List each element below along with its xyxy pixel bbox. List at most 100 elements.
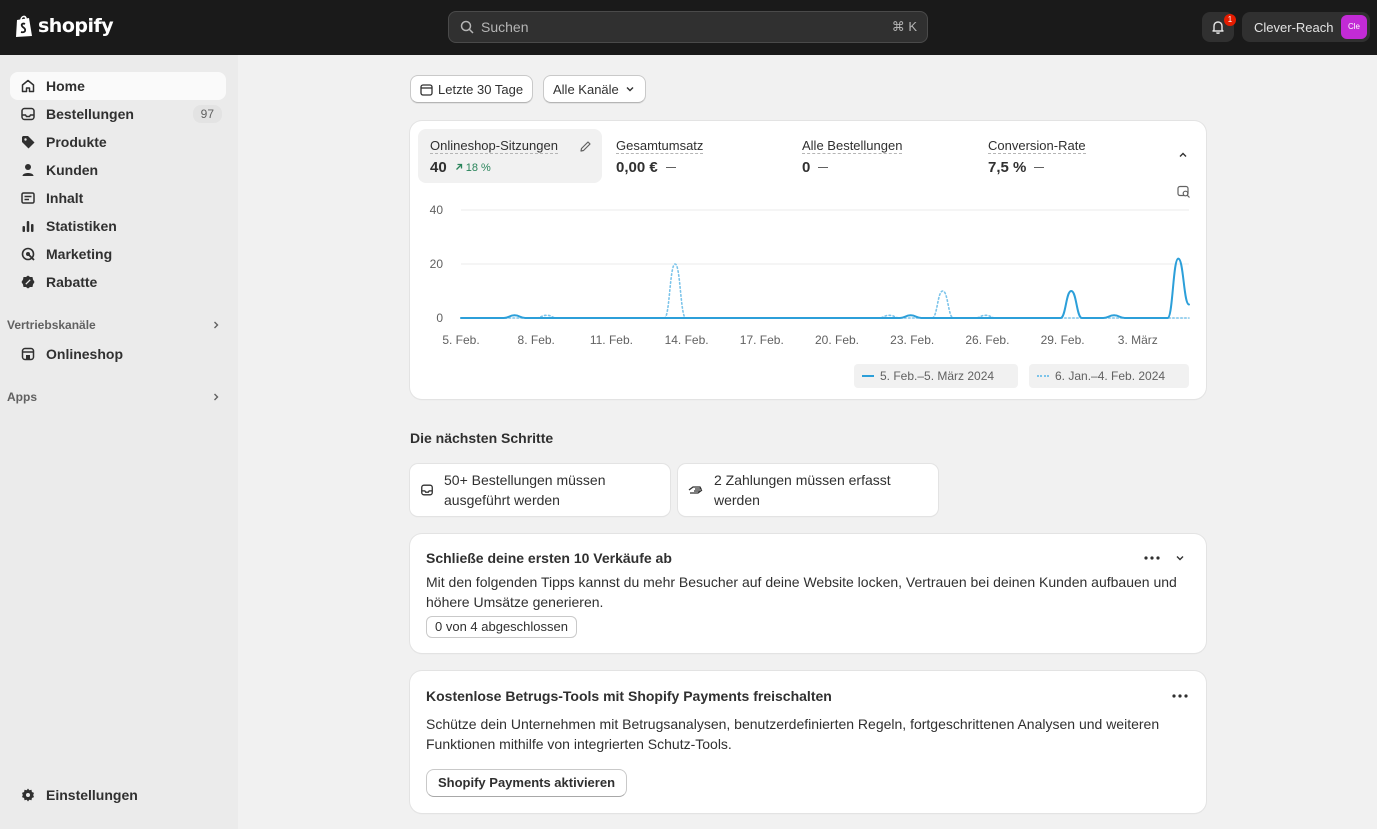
inbox-icon [20, 106, 36, 122]
sidebar-item-customers[interactable]: Kunden [10, 156, 226, 184]
sidebar-item-label: Home [46, 78, 85, 94]
legend-current-period[interactable]: 5. Feb.–5. März 2024 [854, 364, 1018, 388]
sidebar-item-label: Marketing [46, 246, 113, 262]
card-text: Mit den folgenden Tipps kannst du mehr B… [426, 574, 1177, 610]
card-text: Schütze dein Unternehmen mit Betrugsanal… [426, 716, 1160, 752]
legend-label: 6. Jan.–4. Feb. 2024 [1055, 369, 1166, 383]
collapse-button[interactable] [1173, 145, 1193, 165]
chevron-down-icon [626, 87, 634, 92]
chevron-up-icon [1179, 152, 1187, 157]
no-change-dash [665, 167, 676, 168]
more-options-button[interactable] [1142, 548, 1162, 568]
step-label: 50+ Bestellungen müssen ausgeführt werde… [444, 472, 606, 508]
step-capture-payments[interactable]: 2 Zahlungen müssen erfasst werden [678, 464, 938, 516]
y-tick-label: 20 [430, 257, 444, 271]
step-label: 2 Zahlungen müssen erfasst werden [714, 472, 891, 508]
sidebar-item-orders[interactable]: Bestellungen 97 [10, 100, 226, 128]
store-name: Clever-Reach [1254, 19, 1334, 35]
search-input[interactable] [481, 19, 892, 35]
date-range-button[interactable]: Letzte 30 Tage [410, 75, 534, 103]
channels-filter-label: Alle Kanäle [553, 81, 619, 97]
target-icon [20, 246, 36, 262]
store-avatar: Cle [1341, 15, 1367, 39]
sidebar-item-marketing[interactable]: Marketing [10, 240, 226, 268]
metric-label: Gesamtumsatz [616, 138, 704, 154]
expand-button[interactable] [1170, 548, 1190, 568]
sidebar-item-analytics[interactable]: Statistiken [10, 212, 226, 240]
series-line-previous [460, 263, 1190, 319]
x-tick-label: 11. Feb. [590, 333, 633, 347]
image-icon [20, 190, 36, 206]
progress-pill: 0 von 4 abgeschlossen [426, 616, 577, 638]
x-tick-label: 23. Feb. [890, 333, 934, 347]
sidebar-item-online-store[interactable]: Onlineshop [10, 340, 226, 368]
metrics-card: Onlineshop-Sitzungen 40 18 % Gesamtumsat… [410, 121, 1206, 399]
more-options-button[interactable] [1170, 686, 1190, 706]
metric-sessions[interactable]: Onlineshop-Sitzungen 40 18 % [418, 129, 602, 183]
series-line-current [460, 257, 1190, 319]
activate-payments-button[interactable]: Shopify Payments aktivieren [426, 769, 628, 797]
fraud-tools-card: Kostenlose Betrugs-Tools mit Shopify Pay… [410, 671, 1206, 813]
x-tick-label: 8. Feb. [518, 333, 555, 347]
more-horizontal-icon [1172, 694, 1188, 698]
sidebar-item-products[interactable]: Produkte [10, 128, 226, 156]
notification-badge: 1 [1224, 14, 1236, 26]
chevron-right-icon [214, 393, 219, 401]
chevron-down-icon [1176, 556, 1184, 561]
metric-conversion[interactable]: Conversion-Rate 7,5 % [976, 129, 1160, 183]
sidebar-item-label: Kunden [46, 162, 99, 178]
tag-icon [20, 134, 36, 150]
search-bar[interactable]: ⌘ K [448, 11, 928, 43]
sidebar-item-label: Statistiken [46, 218, 117, 234]
legend-label: 5. Feb.–5. März 2024 [880, 369, 995, 383]
home-icon [20, 78, 36, 94]
metric-value: 40 [430, 159, 447, 176]
x-tick-label: 14. Feb. [665, 333, 709, 347]
x-tick-label: 17. Feb. [740, 333, 784, 347]
sidebar-item-label: Einstellungen [46, 787, 138, 803]
search-icon [460, 20, 474, 34]
metric-value: 7,5 % [988, 159, 1027, 176]
inbox-icon [421, 484, 433, 496]
metric-orders[interactable]: Alle Bestellungen 0 [790, 129, 974, 183]
shopify-bag-icon [16, 15, 32, 37]
sidebar: Home Bestellungen 97 Produkte Kunden Inh… [0, 55, 238, 829]
metric-label: Conversion-Rate [988, 138, 1086, 154]
metric-label: Alle Bestellungen [802, 138, 903, 154]
legend-previous-period[interactable]: 6. Jan.–4. Feb. 2024 [1029, 364, 1189, 388]
metric-total-sales[interactable]: Gesamtumsatz 0,00 € [604, 129, 788, 183]
apps-header[interactable]: Apps [7, 390, 221, 404]
sales-channels-label: Vertriebskanäle [7, 318, 96, 332]
sidebar-item-settings[interactable]: Einstellungen [10, 781, 226, 809]
metric-change: 18 % [455, 162, 491, 174]
sidebar-item-content[interactable]: Inhalt [10, 184, 226, 212]
next-steps-title: Die nächsten Schritte [410, 430, 554, 446]
sidebar-item-label: Bestellungen [46, 106, 134, 122]
discount-icon [20, 274, 36, 290]
sidebar-item-discounts[interactable]: Rabatte [10, 268, 226, 296]
x-tick-label: 3. März [1118, 333, 1158, 347]
orders-count-badge: 97 [192, 105, 222, 123]
store-menu-button[interactable]: Clever-Reach Cle [1242, 12, 1370, 42]
chevron-right-icon [214, 321, 219, 329]
channels-filter-button[interactable]: Alle Kanäle [543, 75, 646, 103]
shopify-logo[interactable]: shopify [14, 14, 114, 38]
x-tick-label: 20. Feb. [815, 333, 859, 347]
notifications-button[interactable]: 1 [1202, 12, 1236, 42]
y-tick-label: 0 [436, 311, 443, 325]
metric-value: 0 [802, 159, 811, 176]
top-bar: shopify ⌘ K 1 Clever-Reach Cle [0, 0, 1377, 55]
store-icon [20, 346, 36, 362]
metric-label: Onlineshop-Sitzungen [430, 138, 558, 154]
sidebar-item-label: Onlineshop [46, 346, 123, 362]
no-change-dash [1034, 167, 1045, 168]
sidebar-item-label: Produkte [46, 134, 107, 150]
sessions-line-chart: 40 20 0 5. Feb. 8. Feb. 11. Feb. 14. Feb. 17. F… [430, 203, 1190, 347]
pencil-icon[interactable] [579, 140, 592, 153]
sidebar-item-home[interactable]: Home [10, 72, 226, 100]
step-fulfill-orders[interactable]: 50+ Bestellungen müssen ausgeführt werde… [410, 464, 670, 516]
apps-label: Apps [7, 390, 37, 404]
bar-chart-icon [20, 218, 36, 234]
person-icon [20, 162, 36, 178]
sales-channels-header[interactable]: Vertriebskanäle [7, 318, 221, 332]
